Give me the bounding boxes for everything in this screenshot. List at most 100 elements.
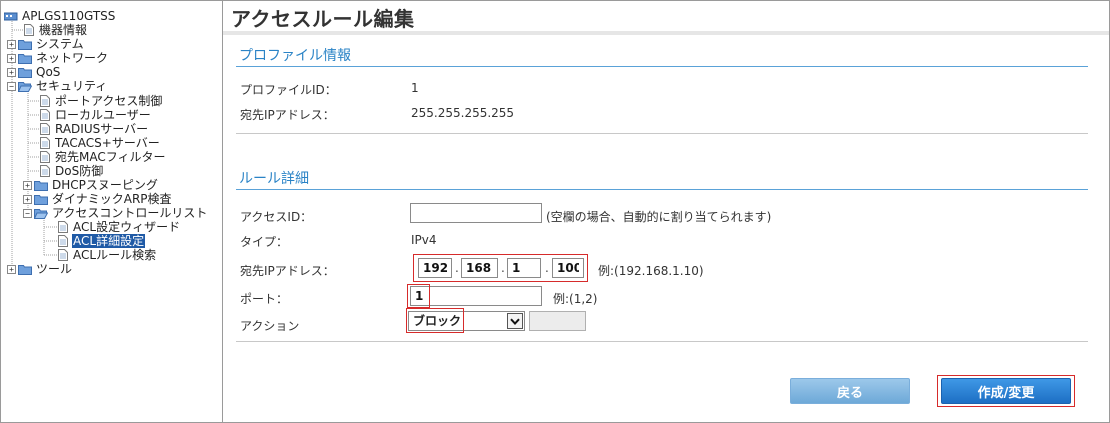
tree-item-label: RADIUSサーバー	[55, 122, 149, 136]
document-icon	[58, 221, 68, 233]
folder-icon	[34, 180, 48, 191]
ip-separator: .	[455, 261, 459, 275]
type-label: タイプ：	[240, 235, 289, 249]
collapse-minus-icon[interactable]: −	[7, 81, 16, 91]
dest-ip-octet-1[interactable]	[418, 258, 452, 278]
tree-item-dos[interactable]: DoS防御	[40, 164, 104, 178]
tree-item-acl[interactable]: − アクセスコントロールリスト	[23, 206, 208, 220]
dest-ip-octet-3[interactable]	[507, 258, 541, 278]
document-icon	[24, 24, 34, 36]
dest-ip-hint: 例:(192.168.1.10)	[598, 264, 704, 278]
tree-item-tools[interactable]: + ツール	[7, 262, 73, 276]
expand-plus-icon[interactable]: +	[23, 180, 32, 190]
back-button[interactable]: 戻る	[790, 378, 910, 404]
folder-icon	[18, 39, 32, 50]
expand-plus-icon[interactable]: +	[23, 194, 32, 204]
ip-separator: .	[501, 261, 505, 275]
document-icon	[58, 249, 68, 261]
collapse-minus-icon[interactable]: −	[23, 208, 32, 218]
section-title-profile: プロファイル情報	[239, 48, 351, 64]
tree-item-label: ダイナミックARP検査	[52, 192, 172, 206]
tree-item-label: ACLルール検索	[73, 248, 157, 262]
tree-item-security[interactable]: − セキュリティ	[7, 79, 108, 93]
tree-item-acl-wizard[interactable]: ACL設定ウィザード	[58, 220, 181, 234]
tree-item-label: セキュリティ	[36, 79, 108, 93]
tree-item-radius[interactable]: RADIUSサーバー	[40, 122, 149, 136]
switch-icon	[4, 12, 18, 21]
tree-item-network[interactable]: + ネットワーク	[7, 51, 109, 65]
app-frame: APLGS110GTSS 機器情報 + システム + ネットワーク + QoS …	[0, 0, 1110, 423]
tree-item-label: 宛先MACフィルター	[55, 150, 166, 164]
tree-item-device-info[interactable]: 機器情報	[24, 23, 88, 37]
page-title: アクセスルール編集	[231, 7, 415, 31]
tree-item-local-user[interactable]: ローカルユーザー	[40, 108, 152, 122]
folder-icon	[18, 264, 32, 275]
tree-item-port-access[interactable]: ポートアクセス制御	[40, 94, 163, 108]
document-icon	[40, 151, 50, 163]
section-title-rule: ルール詳細	[239, 171, 309, 187]
create-update-button[interactable]: 作成/変更	[941, 378, 1071, 404]
port-hint: 例:(1,2)	[553, 292, 598, 306]
profile-id-label: プロファイルID：	[240, 83, 337, 97]
action-label: アクション	[240, 319, 300, 333]
tree-item-acl-detail[interactable]: ACL詳細設定	[58, 234, 146, 248]
port-label: ポート：	[240, 292, 289, 306]
expand-plus-icon[interactable]: +	[7, 39, 16, 49]
profile-dest-ip-label: 宛先IPアドレス：	[240, 108, 335, 122]
dest-ip-octet-2[interactable]	[461, 258, 498, 278]
expand-plus-icon[interactable]: +	[7, 67, 16, 77]
tree-item-label-selected: ACL詳細設定	[72, 234, 146, 248]
folder-open-icon	[34, 208, 48, 219]
dest-ip-octet-4[interactable]	[552, 258, 584, 278]
tree-item-label: ネットワーク	[36, 51, 109, 65]
tree-item-qos[interactable]: + QoS	[7, 65, 61, 79]
tree-item-label: TACACS+サーバー	[55, 136, 160, 150]
document-icon	[40, 109, 50, 121]
tree-item-label: システム	[36, 37, 84, 51]
document-icon	[58, 235, 68, 247]
section-rule	[236, 66, 1088, 67]
profile-id-value: 1	[411, 81, 419, 95]
document-icon	[40, 165, 50, 177]
tree-item-acl-search[interactable]: ACLルール検索	[58, 248, 157, 262]
section-divider	[236, 133, 1088, 134]
port-input[interactable]	[410, 286, 542, 306]
action-extra-field	[529, 311, 586, 331]
navigation-tree: APLGS110GTSS 機器情報 + システム + ネットワーク + QoS …	[1, 1, 223, 422]
tree-root[interactable]: APLGS110GTSS	[4, 9, 116, 23]
section-rule	[236, 189, 1088, 190]
title-divider	[223, 31, 1109, 35]
expand-plus-icon[interactable]: +	[7, 264, 16, 274]
tree-item-label: ローカルユーザー	[55, 108, 151, 122]
folder-icon	[18, 67, 32, 78]
dest-ip-label: 宛先IPアドレス：	[240, 264, 335, 278]
tree-item-label: ツール	[36, 262, 73, 276]
tree-item-label: ポートアクセス制御	[55, 94, 163, 108]
document-icon	[40, 123, 50, 135]
profile-dest-ip-value: 255.255.255.255	[411, 106, 515, 120]
section-divider	[236, 341, 1088, 342]
tree-item-dhcp-snooping[interactable]: + DHCPスヌーピング	[23, 178, 159, 192]
document-icon	[40, 137, 50, 149]
action-select-value: ブロック	[413, 314, 462, 328]
expand-plus-icon[interactable]: +	[7, 53, 16, 63]
tree-item-label: アクセスコントロールリスト	[52, 206, 208, 220]
ip-separator: .	[545, 261, 549, 275]
document-icon	[40, 95, 50, 107]
tree-item-label: DoS防御	[55, 164, 104, 178]
tree-item-arp-inspection[interactable]: + ダイナミックARP検査	[23, 192, 173, 206]
action-select[interactable]: ブロック	[408, 311, 525, 331]
chevron-down-icon[interactable]	[507, 313, 523, 329]
access-id-input[interactable]	[410, 203, 542, 223]
access-id-label: アクセスID：	[240, 210, 313, 224]
tree-item-label: ACL設定ウィザード	[73, 220, 181, 234]
tree-item-label: 機器情報	[39, 23, 88, 37]
tree-root-label: APLGS110GTSS	[22, 9, 116, 23]
tree-item-label: DHCPスヌーピング	[52, 178, 158, 192]
folder-icon	[34, 194, 48, 205]
folder-open-icon	[18, 81, 32, 92]
tree-item-tacacs[interactable]: TACACS+サーバー	[40, 136, 161, 150]
main-panel: アクセスルール編集 プロファイル情報 プロファイルID： 1 宛先IPアドレス：…	[223, 1, 1109, 422]
tree-item-system[interactable]: + システム	[7, 37, 85, 51]
tree-item-mac-filter[interactable]: 宛先MACフィルター	[40, 150, 167, 164]
